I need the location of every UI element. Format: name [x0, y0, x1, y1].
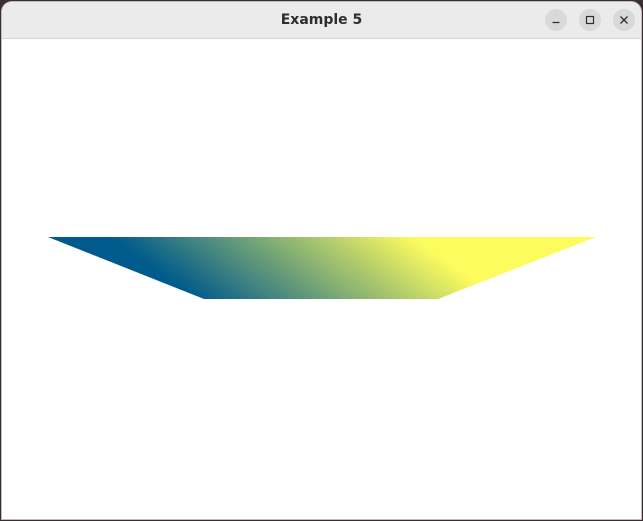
- app-window: Example 5: [2, 2, 641, 519]
- minimize-icon: [552, 21, 560, 24]
- minimize-button[interactable]: [545, 9, 567, 31]
- maximize-button[interactable]: [579, 9, 601, 31]
- gradient-trapezoid: [48, 237, 596, 299]
- close-icon: [620, 16, 628, 24]
- window-controls: [545, 9, 635, 31]
- drawing-canvas[interactable]: [2, 39, 641, 519]
- canvas-svg: [48, 237, 596, 299]
- maximize-icon: [585, 15, 595, 25]
- close-button[interactable]: [613, 9, 635, 31]
- title-bar[interactable]: Example 5: [2, 2, 641, 39]
